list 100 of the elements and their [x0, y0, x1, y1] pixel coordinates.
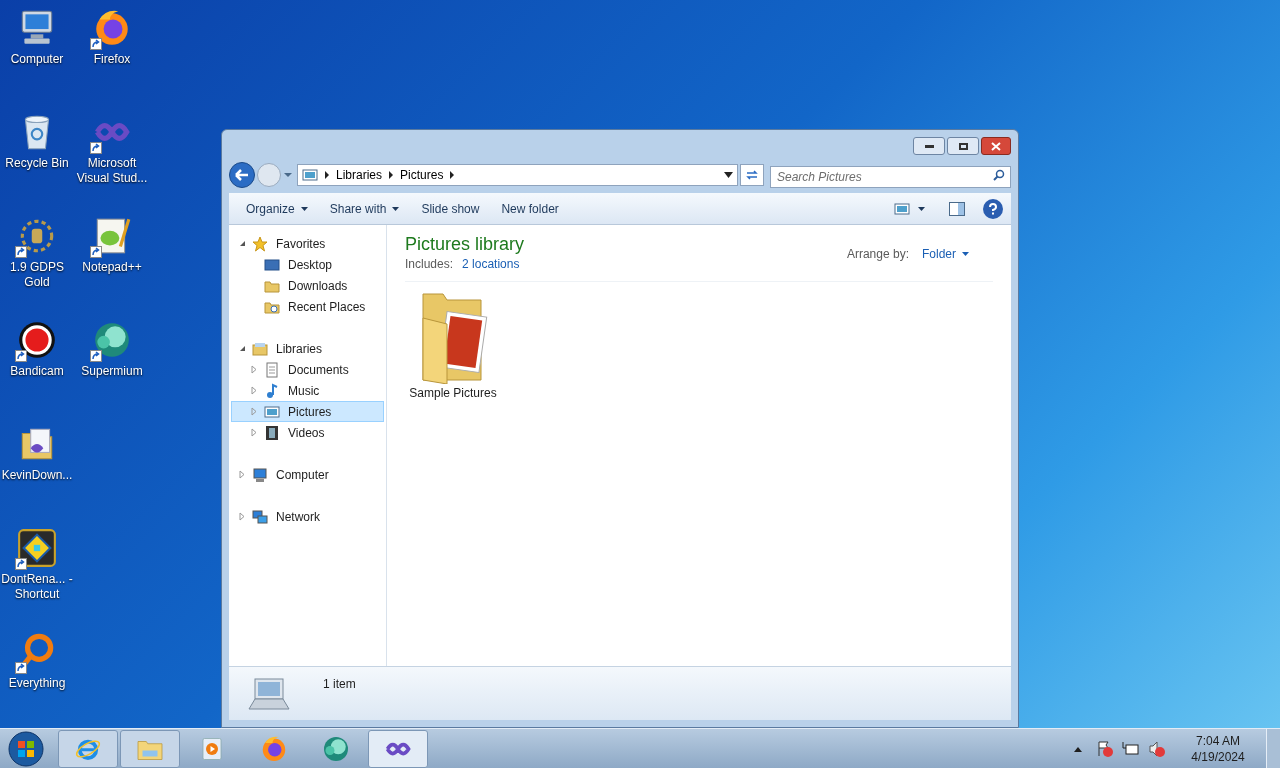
- desktop-icon-label: Supermium: [81, 364, 143, 379]
- desktop-icon-label: Firefox: [93, 52, 131, 67]
- flag-error-icon[interactable]: [1096, 739, 1114, 758]
- desktop-icon-label: DontRena... - Shortcut: [0, 572, 74, 602]
- toolbar-button[interactable]: Slide show: [412, 196, 489, 221]
- shortcut-arrow-icon: [15, 246, 27, 258]
- desktop-shortcut[interactable]: 1.9 GDPS Gold: [0, 214, 74, 290]
- breadcrumb[interactable]: Libraries: [336, 166, 383, 184]
- includes-label: Includes:: [405, 256, 454, 273]
- shortcut-arrow-icon: [90, 350, 102, 362]
- network-icon[interactable]: [1122, 739, 1140, 758]
- desktop-shortcut[interactable]: Supermium: [81, 318, 143, 379]
- search-icon: [993, 169, 1005, 181]
- nav-item[interactable]: Documents: [231, 359, 384, 380]
- caret-icon: [392, 206, 400, 211]
- breadcrumb[interactable]: Pictures: [400, 166, 444, 184]
- caret-icon: [962, 252, 969, 256]
- shortcut-arrow-icon: [15, 662, 27, 674]
- address-bar[interactable]: Libraries Pictures: [297, 164, 738, 186]
- clock-time: 7:04 AM: [1196, 732, 1240, 749]
- picture-icon: [264, 403, 280, 420]
- shortcut-arrow-icon: [15, 558, 27, 570]
- film-icon: [264, 424, 280, 441]
- show-hidden-icons-icon[interactable]: [1074, 745, 1082, 752]
- back-button[interactable]: [229, 162, 255, 188]
- toolbar-button[interactable]: Share with: [320, 196, 409, 221]
- shortcut-arrow-icon: [90, 246, 102, 258]
- toolbar-button[interactable]: New folder: [492, 196, 568, 221]
- desktop-shortcut[interactable]: DontRena... - Shortcut: [0, 526, 74, 602]
- help-button[interactable]: [983, 198, 1003, 219]
- nav-item[interactable]: Libraries: [231, 338, 384, 359]
- arrange-dropdown[interactable]: Folder: [922, 245, 969, 263]
- clock-date: 4/19/2024: [1191, 748, 1245, 765]
- library-icon: [252, 340, 268, 357]
- search-field[interactable]: Search Pictures: [770, 166, 1011, 188]
- desktop-icon-label: Bandicam: [10, 364, 64, 379]
- nav-item[interactable]: Computer: [231, 464, 384, 485]
- shortcut-arrow-icon: [90, 38, 102, 50]
- nav-item[interactable]: Downloads: [231, 275, 384, 296]
- expanded-arrow-icon[interactable]: [238, 344, 247, 353]
- close-button[interactable]: [981, 137, 1011, 155]
- chevron-icon[interactable]: [324, 171, 330, 179]
- nav-item[interactable]: Favorites: [231, 233, 384, 254]
- shortcut-arrow-icon: [90, 142, 102, 154]
- refresh-button[interactable]: [740, 164, 764, 186]
- library-title: Pictures library: [405, 233, 525, 255]
- picture-icon: [894, 200, 910, 217]
- expanded-arrow-icon[interactable]: [238, 239, 247, 248]
- minimize-button[interactable]: [913, 137, 945, 155]
- desktop-shortcut[interactable]: Notepad++: [82, 214, 142, 275]
- desktop-icon: [264, 256, 280, 273]
- star-icon: [252, 235, 268, 252]
- caret-icon: [300, 206, 308, 211]
- desktop-icon-label: Notepad++: [82, 260, 142, 275]
- chevron-icon[interactable]: [449, 171, 456, 179]
- nav-item[interactable]: Recent Places: [231, 296, 384, 317]
- desktop-icon-label: Computer: [10, 52, 64, 67]
- folder-name: Sample Pictures: [409, 385, 497, 402]
- clock[interactable]: 7:04 AM 4/19/2024: [1178, 732, 1258, 765]
- maximize-button[interactable]: [947, 137, 979, 155]
- desktop-shortcut[interactable]: KevinDown...: [1, 422, 73, 483]
- desktop-shortcut[interactable]: Microsoft Visual Stud...: [75, 110, 149, 186]
- desktop-shortcut[interactable]: Recycle Bin: [5, 110, 69, 171]
- picture-icon: [302, 167, 318, 183]
- caret-icon[interactable]: [283, 171, 293, 179]
- desktop-icon-label: KevinDown...: [1, 468, 73, 483]
- arrange-label: Arrange by:: [846, 246, 909, 263]
- desktop-shortcut[interactable]: Computer: [10, 6, 64, 67]
- desktop-icon-label: 1.9 GDPS Gold: [9, 260, 65, 290]
- help-icon: [988, 202, 998, 215]
- desktop-icon-label: Everything: [8, 676, 66, 691]
- locations-link[interactable]: 2 locations: [462, 255, 520, 273]
- desktop-shortcut[interactable]: Everything: [8, 630, 66, 691]
- dropdown-caret-icon[interactable]: [724, 172, 733, 178]
- document-icon: [264, 361, 280, 378]
- desktop-icon-label: Recycle Bin: [5, 156, 69, 171]
- desktop-shortcut[interactable]: Firefox: [90, 6, 134, 67]
- music-note-icon: [264, 382, 280, 399]
- status-text: 1 item: [323, 676, 356, 693]
- caret-icon: [918, 206, 925, 211]
- close-icon: [991, 141, 1001, 151]
- refresh-arrows-icon: [745, 169, 759, 181]
- network-icon: [252, 508, 268, 525]
- nav-item[interactable]: Music: [231, 380, 384, 401]
- desktop-icon-label: Microsoft Visual Stud...: [75, 156, 149, 186]
- taskbar-button[interactable]: [368, 729, 428, 768]
- nav-item[interactable]: Network: [231, 506, 384, 527]
- nav-item[interactable]: Videos: [231, 422, 384, 443]
- game-tile-icon: [16, 527, 58, 569]
- nav-item[interactable]: Desktop: [231, 254, 384, 275]
- windows-orb-icon: [8, 730, 44, 767]
- shortcut-arrow-icon: [15, 350, 27, 362]
- toolbar-button[interactable]: Organize: [237, 196, 317, 221]
- chevron-icon[interactable]: [388, 171, 395, 179]
- desktop-shortcut[interactable]: Bandicam: [10, 318, 64, 379]
- speaker-muted-icon[interactable]: [1148, 739, 1166, 758]
- nav-item[interactable]: Pictures: [231, 401, 384, 422]
- folder-item[interactable]: Sample Pictures: [405, 288, 501, 402]
- back-arrow-icon: [235, 169, 249, 181]
- record-button-icon: [16, 319, 58, 361]
